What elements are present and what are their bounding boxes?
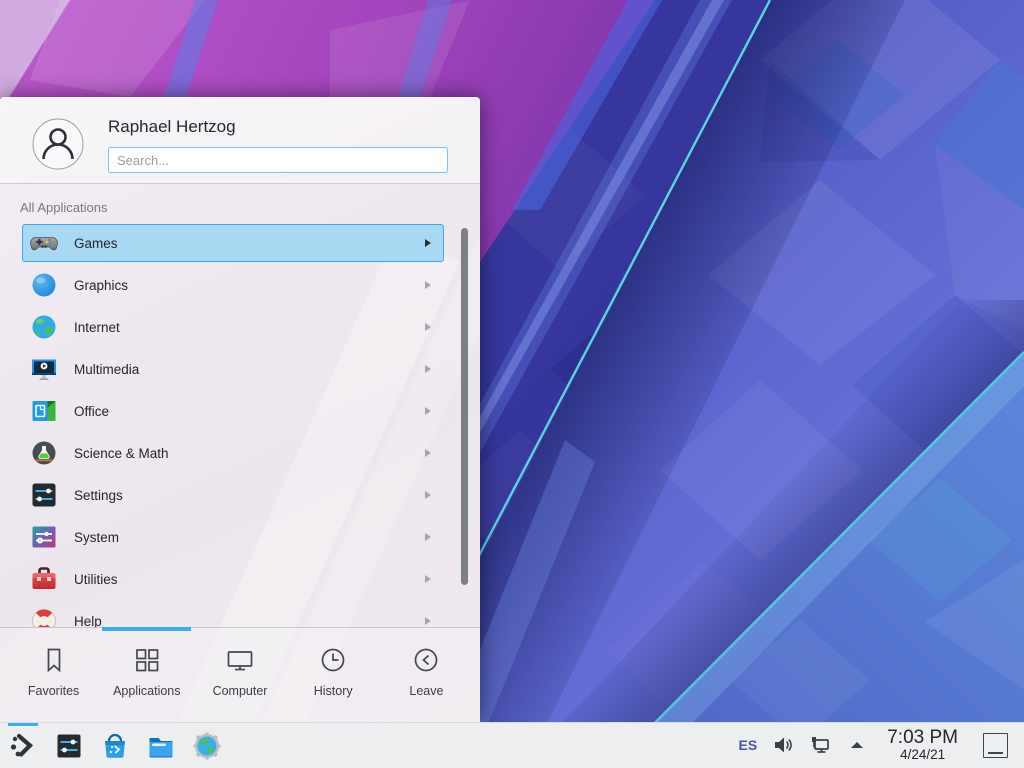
tab-applications[interactable]: Applications bbox=[100, 628, 193, 722]
app-category-label: Utilities bbox=[74, 572, 425, 587]
app-category-office[interactable]: Office bbox=[22, 392, 444, 430]
desktop: Raphael Hertzog All Applications bbox=[0, 0, 1024, 768]
web-browser-icon bbox=[193, 732, 221, 760]
application-launcher-menu: Raphael Hertzog All Applications bbox=[0, 97, 480, 722]
tab-history[interactable]: History bbox=[287, 628, 380, 722]
system-tray: ES 7:03 PM 4/24/21 bbox=[739, 728, 1024, 762]
application-launcher-icon bbox=[9, 732, 37, 760]
gamepad-icon bbox=[30, 229, 58, 257]
app-category-label: Science & Math bbox=[74, 446, 425, 461]
user-name: Raphael Hertzog bbox=[108, 117, 236, 137]
app-category-science-math[interactable]: Science & Math bbox=[22, 434, 444, 472]
tab-favorites[interactable]: Favorites bbox=[7, 628, 100, 722]
app-category-label: Multimedia bbox=[74, 362, 425, 377]
submenu-arrow-icon bbox=[425, 533, 431, 541]
launcher-tabbar: Favorites Applications Computer bbox=[0, 627, 480, 722]
discover-icon bbox=[101, 732, 129, 760]
app-category-label: Internet bbox=[74, 320, 425, 335]
search-input[interactable] bbox=[108, 147, 448, 173]
user-avatar bbox=[32, 118, 84, 170]
grid-icon bbox=[132, 645, 162, 675]
sphere-icon bbox=[30, 271, 58, 299]
clock-icon bbox=[318, 645, 348, 675]
app-category-system[interactable]: System bbox=[22, 518, 444, 556]
section-label: All Applications bbox=[20, 200, 107, 215]
submenu-arrow-icon bbox=[425, 365, 431, 373]
tab-label: History bbox=[314, 684, 353, 698]
system-settings-icon bbox=[55, 732, 83, 760]
network-icon[interactable] bbox=[809, 734, 831, 756]
app-category-label: Help bbox=[74, 614, 425, 628]
app-category-label: Games bbox=[74, 236, 425, 251]
app-category-settings[interactable]: Settings bbox=[22, 476, 444, 514]
leave-icon bbox=[411, 645, 441, 675]
sliders-dark-icon bbox=[30, 481, 58, 509]
tab-label: Leave bbox=[409, 684, 443, 698]
app-category-internet[interactable]: Internet bbox=[22, 308, 444, 346]
tab-label: Applications bbox=[113, 684, 180, 698]
show-desktop-button[interactable] bbox=[983, 733, 1008, 758]
tab-label: Favorites bbox=[28, 684, 79, 698]
keyboard-layout-indicator[interactable]: ES bbox=[739, 737, 758, 753]
submenu-arrow-icon bbox=[425, 239, 431, 247]
file-manager-button[interactable] bbox=[138, 723, 184, 768]
monitor-play-icon bbox=[30, 355, 58, 383]
submenu-arrow-icon bbox=[425, 281, 431, 289]
submenu-arrow-icon bbox=[425, 617, 431, 625]
app-category-multimedia[interactable]: Multimedia bbox=[22, 350, 444, 388]
app-category-graphics[interactable]: Graphics bbox=[22, 266, 444, 304]
document-icon bbox=[30, 397, 58, 425]
active-task-indicator bbox=[8, 723, 38, 726]
submenu-arrow-icon bbox=[425, 449, 431, 457]
submenu-arrow-icon bbox=[425, 491, 431, 499]
globe-icon bbox=[30, 313, 58, 341]
clock-date: 4/24/21 bbox=[887, 748, 958, 762]
submenu-arrow-icon bbox=[425, 407, 431, 415]
file-manager-icon bbox=[147, 732, 175, 760]
app-category-utilities[interactable]: Utilities bbox=[22, 560, 444, 598]
tab-leave[interactable]: Leave bbox=[380, 628, 473, 722]
web-browser-button[interactable] bbox=[184, 723, 230, 768]
app-category-label: Office bbox=[74, 404, 425, 419]
bookmark-icon bbox=[39, 645, 69, 675]
taskbar-panel: ES 7:03 PM 4/24/21 bbox=[0, 722, 1024, 768]
submenu-arrow-icon bbox=[425, 575, 431, 583]
app-category-label: Graphics bbox=[74, 278, 425, 293]
clock-time: 7:03 PM bbox=[887, 728, 958, 748]
digital-clock[interactable]: 7:03 PM 4/24/21 bbox=[887, 728, 958, 762]
toolbox-icon bbox=[30, 565, 58, 593]
launcher-header: Raphael Hertzog bbox=[0, 97, 480, 184]
active-tab-indicator bbox=[102, 627, 191, 631]
app-category-label: System bbox=[74, 530, 425, 545]
app-category-games[interactable]: Games bbox=[22, 224, 444, 262]
list-scrollbar[interactable] bbox=[461, 228, 468, 585]
flask-icon bbox=[30, 439, 58, 467]
volume-icon[interactable] bbox=[772, 734, 794, 756]
computer-icon bbox=[225, 645, 255, 675]
application-launcher-button[interactable] bbox=[0, 723, 46, 768]
application-list: Games Graphics bbox=[0, 224, 480, 627]
expand-arrow-icon[interactable] bbox=[846, 734, 868, 756]
tab-label: Computer bbox=[213, 684, 268, 698]
tab-computer[interactable]: Computer bbox=[193, 628, 286, 722]
discover-button[interactable] bbox=[92, 723, 138, 768]
system-settings-button[interactable] bbox=[46, 723, 92, 768]
app-category-label: Settings bbox=[74, 488, 425, 503]
app-category-help[interactable]: Help bbox=[22, 602, 444, 627]
sliders-color-icon bbox=[30, 523, 58, 551]
submenu-arrow-icon bbox=[425, 323, 431, 331]
lifebuoy-icon bbox=[30, 607, 58, 627]
